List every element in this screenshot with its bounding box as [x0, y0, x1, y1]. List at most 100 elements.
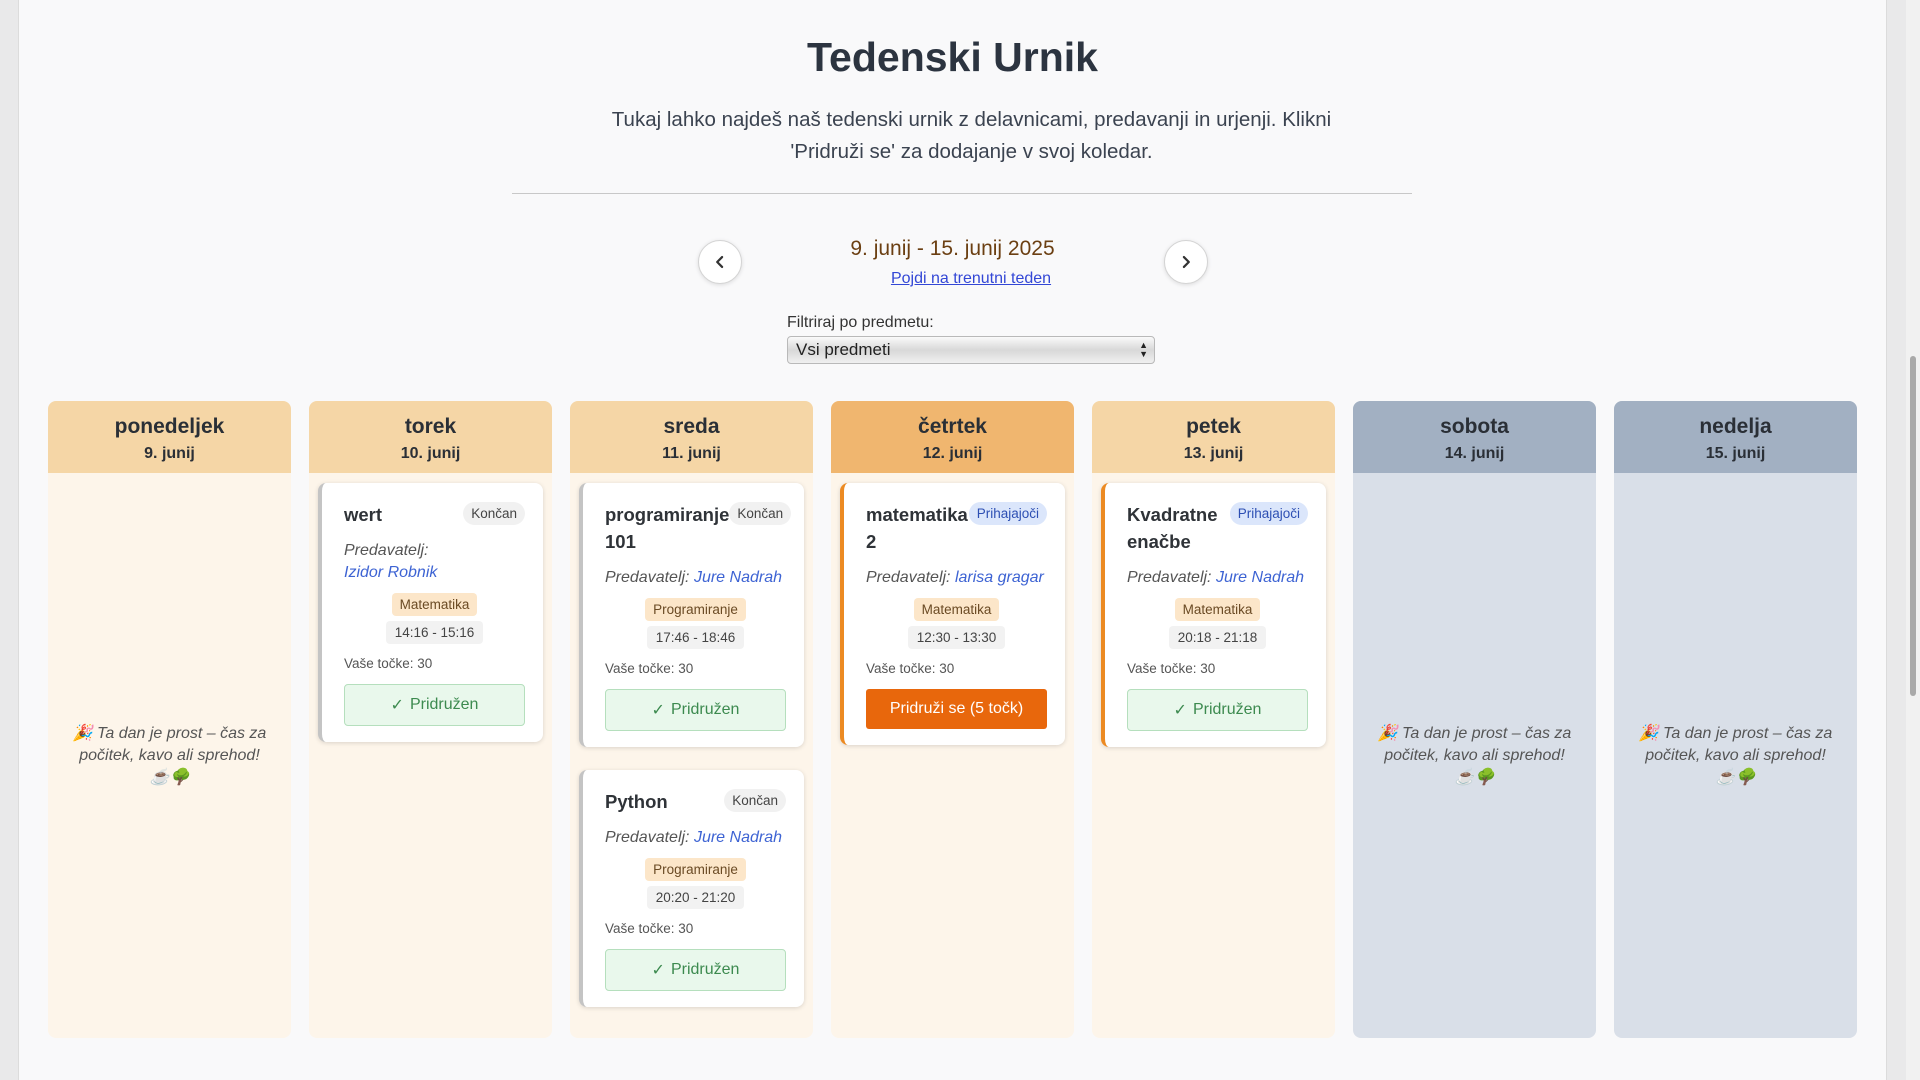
day-date: 13. junij: [1183, 445, 1244, 462]
joined-label: Pridružen: [409, 696, 479, 713]
day-header: torek 10. junij: [309, 401, 552, 473]
joined-button[interactable]: ✓ Pridružen: [344, 684, 525, 726]
filter-label: Filtriraj po predmetu:: [787, 314, 934, 331]
lecturer-prefix: Predavatelj:: [605, 829, 690, 846]
points-prefix: Vaše točke:: [605, 661, 679, 676]
next-week-button[interactable]: [1164, 240, 1208, 284]
day-header: četrtek 12. junij: [831, 401, 1074, 473]
lecturer-prefix: Predavatelj:: [866, 569, 951, 586]
event-lecturer: Predavatelj: Izidor Robnik: [344, 540, 525, 584]
event-card: Kvadratne enačbe Prihajajoči Predavatelj…: [1101, 483, 1326, 747]
join-button[interactable]: Pridruži se (5 točk): [866, 689, 1047, 729]
day-column-sobota: sobota 14. junij 🎉 Ta dan je prost – čas…: [1353, 401, 1596, 1038]
free-day-note: 🎉 Ta dan je prost – čas za počitek, kavo…: [1377, 725, 1572, 786]
page-title: Tedenski Urnik: [807, 34, 1098, 80]
page: Tedenski Urnik Tukaj lahko najdeš naš te…: [18, 0, 1887, 1080]
event-title: wert: [344, 504, 383, 525]
joined-label: Pridružen: [670, 961, 740, 978]
joined-button[interactable]: ✓ Pridružen: [1127, 689, 1308, 731]
lecturer-name: larisa gragar: [954, 569, 1044, 586]
day-header: sreda 11. junij: [570, 401, 813, 473]
joined-button[interactable]: ✓ Pridružen: [605, 949, 786, 991]
subject-tag: Matematika: [913, 598, 1000, 621]
lecturer-prefix: Predavatelj:: [1127, 569, 1212, 586]
subject-filter-select[interactable]: Vsi predmeti ▲ ▼: [787, 336, 1155, 364]
day-name: sreda: [663, 415, 720, 438]
day-header: petek 13. junij: [1092, 401, 1335, 473]
day-date: 11. junij: [662, 445, 721, 462]
day-date: 15. junij: [1705, 445, 1766, 462]
event-time: 20:18 - 21:18: [1168, 626, 1267, 649]
points-value: 30: [678, 921, 694, 936]
event-points: Vaše točke: 30: [605, 661, 786, 676]
event-card: Python Končan Predavatelj: Jure Nadrah P…: [579, 770, 804, 1007]
status-badge: Končan: [724, 789, 786, 812]
day-date: 14. junij: [1444, 445, 1505, 462]
chevron-right-icon: [1182, 255, 1190, 269]
day-column-cetrtek: četrtek 12. junij matematika 2 Prihajajo…: [831, 401, 1074, 1038]
event-time: 20:20 - 21:20: [646, 886, 745, 909]
check-icon: ✓: [651, 702, 665, 719]
day-name: torek: [404, 415, 457, 438]
joined-button[interactable]: ✓ Pridružen: [605, 689, 786, 731]
event-lecturer: Predavatelj: Jure Nadrah: [605, 567, 786, 589]
joined-label: Pridružen: [670, 701, 740, 718]
current-week-link[interactable]: Pojdi na trenutni teden: [869, 270, 1073, 288]
event-time: 14:16 - 15:16: [385, 621, 484, 644]
status-badge: Končan: [463, 502, 525, 525]
status-badge: Končan: [729, 502, 792, 525]
joined-label: Pridružen: [1192, 701, 1262, 718]
day-column-nedelja: nedelja 15. junij 🎉 Ta dan je prost – ča…: [1614, 401, 1857, 1038]
scrollbar[interactable]: [1906, 0, 1920, 1080]
day-date: 12. junij: [922, 445, 983, 462]
week-range: 9. junij - 15. junij 2025: [850, 237, 1055, 260]
free-day-note: 🎉 Ta dan je prost – čas za počitek, kavo…: [1638, 725, 1833, 786]
day-column-torek: torek 10. junij wert Končan Predavatelj:…: [309, 401, 552, 1038]
event-points: Vaše točke: 30: [605, 921, 786, 936]
subject-tag: Matematika: [1174, 598, 1261, 621]
event-title: matematika 2: [866, 504, 968, 552]
check-icon: ✓: [1173, 702, 1187, 719]
event-points: Vaše točke: 30: [1127, 661, 1308, 676]
points-value: 30: [417, 656, 433, 671]
lecturer-prefix: Predavatelj:: [344, 542, 429, 559]
points-value: 30: [678, 661, 694, 676]
subject-tag: Matematika: [391, 593, 478, 616]
lecturer-name: Jure Nadrah: [693, 829, 782, 846]
day-header: ponedeljek 9. junij: [48, 401, 291, 473]
points-value: 30: [1200, 661, 1216, 676]
day-name: petek: [1186, 415, 1241, 438]
day-date: 9. junij: [144, 445, 195, 462]
points-value: 30: [939, 661, 955, 676]
status-badge: Prihajajoči: [968, 502, 1047, 525]
event-card: programiranje 101 Končan Predavatelj: Ju…: [579, 483, 804, 747]
event-time: 17:46 - 18:46: [646, 626, 745, 649]
event-title: Python: [605, 791, 668, 812]
day-name: četrtek: [918, 415, 987, 438]
event-lecturer: Predavatelj: larisa gragar: [866, 567, 1047, 589]
event-card: wert Končan Predavatelj: Izidor Robnik Ma…: [318, 483, 543, 742]
event-time: 12:30 - 13:30: [907, 626, 1006, 649]
day-name: nedelja: [1699, 415, 1772, 438]
points-prefix: Vaše točke:: [605, 921, 679, 936]
check-icon: ✓: [390, 697, 404, 714]
status-badge: Prihajajoči: [1229, 502, 1308, 525]
lecturer-name: Jure Nadrah: [693, 569, 782, 586]
day-date: 10. junij: [400, 445, 461, 462]
subject-tag: Programiranje: [645, 598, 746, 621]
day-header: nedelja 15. junij: [1614, 401, 1857, 473]
scrollbar-thumb[interactable]: [1910, 356, 1916, 696]
divider: [512, 193, 1412, 194]
day-name: ponedeljek: [114, 415, 225, 438]
points-prefix: Vaše točke:: [866, 661, 940, 676]
event-points: Vaše točke: 30: [344, 656, 525, 671]
select-arrows-icon: ▲ ▼: [1139, 340, 1148, 359]
day-column-ponedeljek: ponedeljek 9. junij 🎉 Ta dan je prost – …: [48, 401, 291, 1038]
day-header: sobota 14. junij: [1353, 401, 1596, 473]
lecturer-prefix: Predavatelj:: [605, 569, 690, 586]
page-subtitle: Tukaj lahko najdeš naš tedenski urnik z …: [611, 108, 1332, 163]
lecturer-name: Jure Nadrah: [1215, 569, 1304, 586]
day-name: sobota: [1440, 415, 1509, 438]
lecturer-name: Izidor Robnik: [344, 564, 438, 581]
day-column-sreda: sreda 11. junij programiranje 101 Končan…: [570, 401, 813, 1038]
